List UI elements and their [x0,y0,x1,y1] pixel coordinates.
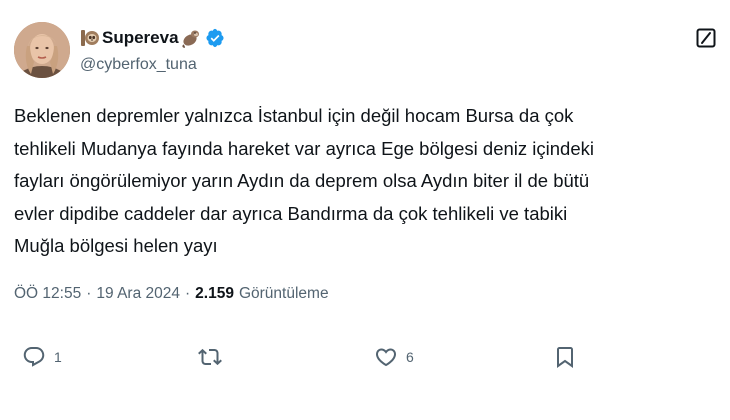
bookmark-button[interactable] [553,345,577,369]
reply-count: 1 [54,349,62,365]
tweet-text: Beklenen depremler yalnızca İstanbul içi… [14,105,594,256]
views-label: Görüntüleme [238,285,329,302]
author-handle[interactable]: @cyberfox_tuna [80,56,225,74]
like-count: 6 [406,349,414,365]
bookmark-icon [557,347,573,368]
heart-icon [375,348,397,367]
reply-button[interactable]: 1 [22,345,62,369]
tweet-time[interactable]: ÖÖ 12:55 [14,285,81,303]
like-button[interactable]: 6 [374,345,414,369]
tweet-meta: ÖÖ 12:55 · 19 Ara 2024 · 2.159 Görüntüle… [14,285,329,303]
reply-icon [23,347,45,367]
verified-badge-icon [205,28,225,48]
retweet-button[interactable] [198,345,230,369]
otter-emoji-icon [181,28,201,48]
author-block: Supereva @cyberfox_tuna [80,26,225,74]
tweet-date[interactable]: 19 Ara 2024 [96,285,180,303]
avatar[interactable] [14,22,70,78]
display-name[interactable]: Supereva [102,28,179,48]
action-bar: 1 6 [0,345,730,375]
tweet-card: Supereva @cyberfox_tuna Beklenen depreml… [0,0,730,420]
name-row: Supereva [80,26,225,50]
meta-separator: · [185,285,191,302]
sloth-emoji-icon [80,28,100,48]
meta-separator: · [86,285,92,302]
grok-icon[interactable] [694,26,718,50]
views-count: 2.159 [195,285,234,302]
retweet-icon [198,348,222,366]
